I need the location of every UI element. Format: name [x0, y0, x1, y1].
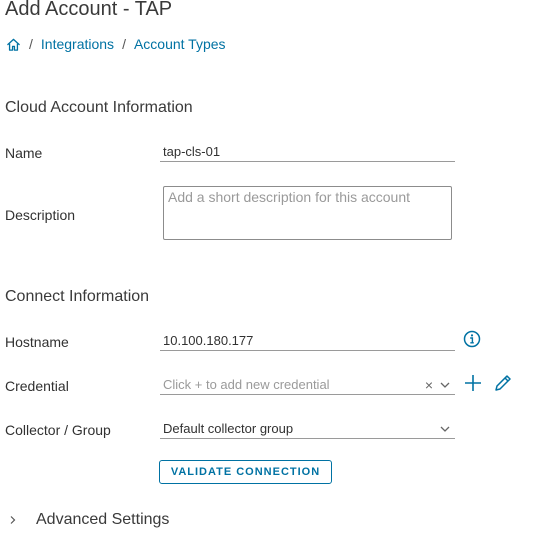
hostname-label: Hostname	[5, 334, 69, 350]
breadcrumb-account-types-link[interactable]: Account Types	[134, 36, 226, 52]
credential-label: Credential	[5, 378, 69, 394]
description-placeholder: Add a short description for this account	[168, 189, 411, 205]
chevron-down-icon[interactable]	[439, 423, 451, 435]
advanced-settings-toggle[interactable]: Advanced Settings	[8, 511, 169, 529]
breadcrumb-integrations-link[interactable]: Integrations	[41, 36, 114, 52]
connect-section-title: Connect Information	[5, 288, 150, 305]
collector-select[interactable]: Default collector group	[160, 419, 455, 439]
collector-label: Collector / Group	[5, 422, 111, 438]
cloud-account-section-title: Cloud Account Information	[5, 99, 193, 116]
advanced-settings-label: Advanced Settings	[36, 511, 170, 528]
breadcrumb-separator: /	[122, 36, 126, 52]
edit-credential-button[interactable]	[493, 373, 513, 393]
hostname-input[interactable]: 10.100.180.177	[160, 331, 455, 351]
credential-select[interactable]: Click + to add new credential ×	[160, 375, 455, 395]
page-title: Add Account - TAP	[5, 0, 173, 20]
add-credential-button[interactable]	[463, 373, 483, 393]
name-label: Name	[5, 145, 43, 161]
plus-icon	[465, 375, 481, 391]
credential-placeholder: Click + to add new credential	[163, 377, 330, 392]
chevron-down-icon[interactable]	[439, 379, 451, 391]
validate-connection-button[interactable]: VALIDATE CONNECTION	[159, 460, 332, 484]
home-icon[interactable]	[6, 37, 21, 52]
name-input[interactable]: tap-cls-01	[160, 142, 455, 162]
description-label: Description	[5, 207, 76, 223]
clear-icon[interactable]: ×	[425, 375, 433, 395]
breadcrumb: / Integrations / Account Types	[6, 35, 226, 53]
chevron-right-icon	[10, 516, 16, 524]
pencil-icon	[495, 375, 511, 391]
info-icon[interactable]	[463, 330, 483, 350]
breadcrumb-separator: /	[29, 36, 33, 52]
collector-selected-value: Default collector group	[163, 421, 294, 436]
description-textarea[interactable]: Add a short description for this account	[163, 186, 452, 240]
